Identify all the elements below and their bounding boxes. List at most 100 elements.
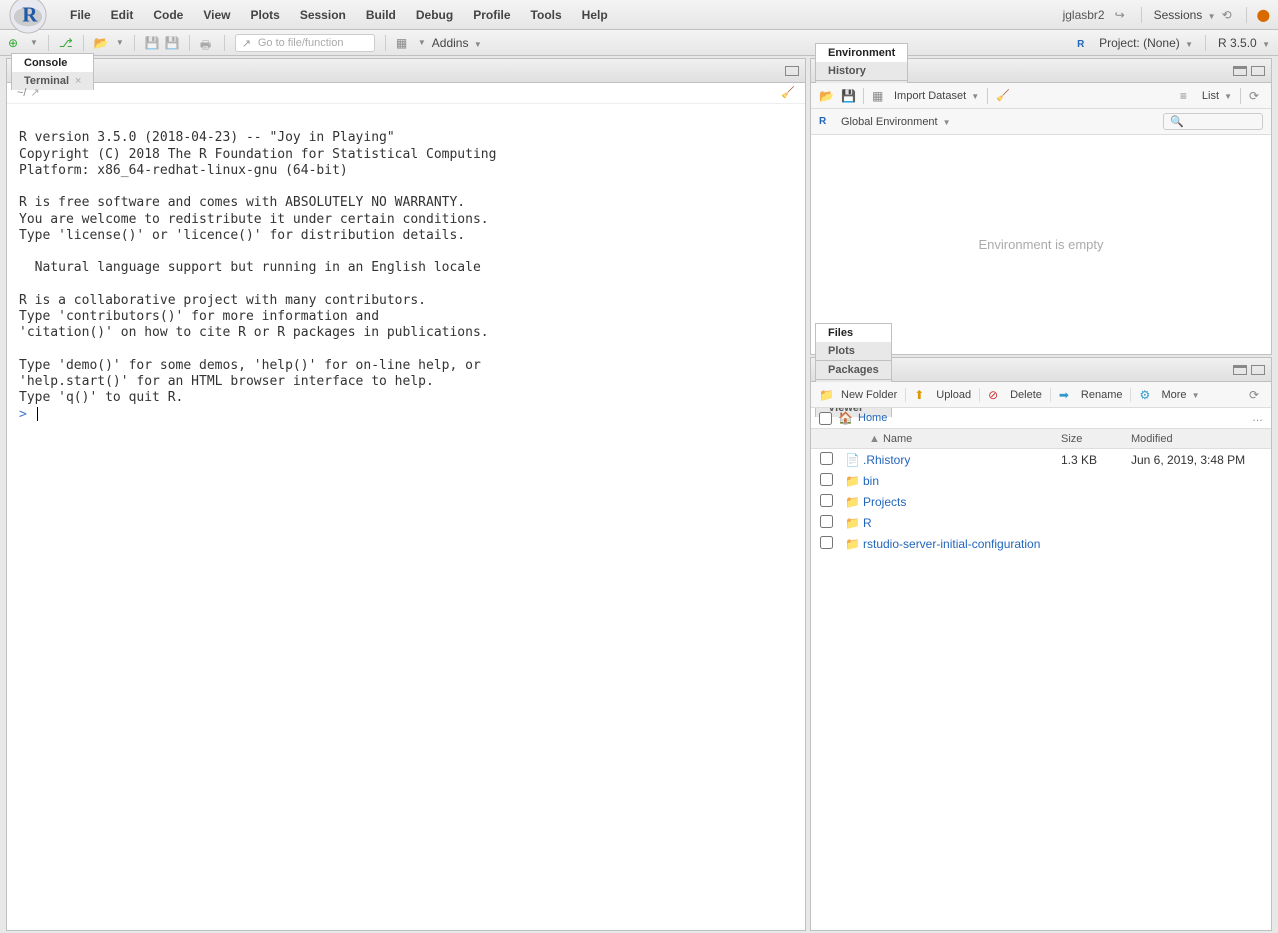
home-icon[interactable] <box>838 411 852 425</box>
tab-history[interactable]: History <box>815 61 908 80</box>
refresh-env-icon[interactable] <box>1249 89 1263 103</box>
main-toolbar: ▼ ▼ Go to file/function ▼ Addins ▼ Proje… <box>0 30 1278 56</box>
r-version-menu[interactable]: R 3.5.0 ▼ <box>1218 36 1270 50</box>
maximize-icon[interactable] <box>1251 66 1265 76</box>
environment-search-input[interactable]: 🔍 <box>1163 113 1263 130</box>
rename-button[interactable]: Rename <box>1081 389 1123 401</box>
minimize-icon[interactable] <box>1233 365 1247 375</box>
menu-file[interactable]: File <box>60 4 101 26</box>
r-env-icon <box>819 115 833 129</box>
file-row[interactable]: .Rhistory1.3 KBJun 6, 2019, 3:48 PM <box>811 449 1271 470</box>
menu-code[interactable]: Code <box>143 4 193 26</box>
file-name[interactable]: Projects <box>863 495 1061 509</box>
newfolder-icon <box>819 388 833 402</box>
import-dataset-icon[interactable] <box>872 89 886 103</box>
breadcrumb-home[interactable]: Home <box>858 412 887 424</box>
open-icon[interactable] <box>94 36 108 50</box>
select-all-checkbox[interactable] <box>819 412 832 425</box>
files-breadcrumb: Home … <box>811 408 1271 429</box>
menu-build[interactable]: Build <box>356 4 406 26</box>
col-header-modified[interactable]: Modified <box>1131 433 1271 445</box>
console-path-bar: ~/ ↗ <box>7 83 805 104</box>
minimize-icon[interactable] <box>1233 66 1247 76</box>
refresh-icon[interactable]: ⟲ <box>1222 8 1236 22</box>
console-body[interactable]: R version 3.5.0 (2018-04-23) -- "Joy in … <box>7 104 805 930</box>
folder-icon <box>845 474 859 488</box>
file-name[interactable]: bin <box>863 474 1061 488</box>
project-menu[interactable]: Project: (None) ▼ <box>1099 36 1193 50</box>
menu-edit[interactable]: Edit <box>101 4 144 26</box>
console-pane: ConsoleTerminal× ~/ ↗ R version 3.5.0 (2… <box>6 58 806 931</box>
tab-files[interactable]: Files <box>815 323 892 342</box>
menu-debug[interactable]: Debug <box>406 4 463 26</box>
file-name[interactable]: .Rhistory <box>863 453 1061 467</box>
file-name[interactable]: R <box>863 516 1061 530</box>
saveall-icon[interactable] <box>165 36 179 50</box>
menu-plots[interactable]: Plots <box>240 4 289 26</box>
tab-console[interactable]: Console <box>11 53 94 72</box>
goto-file-function-input[interactable]: Go to file/function <box>235 34 375 52</box>
more-button[interactable]: More ▼ <box>1161 389 1199 401</box>
import-dataset-button[interactable]: Import Dataset ▼ <box>894 90 979 102</box>
refresh-files-icon[interactable] <box>1249 388 1263 402</box>
menu-view[interactable]: View <box>193 4 240 26</box>
project-icon <box>1077 36 1091 50</box>
environment-toolbar: Import Dataset ▼ List ▼ <box>811 83 1271 109</box>
file-row[interactable]: R <box>811 512 1271 533</box>
folder-icon <box>845 495 859 509</box>
files-body: .Rhistory1.3 KBJun 6, 2019, 3:48 PM bin Pr… <box>811 449 1271 930</box>
console-path: ~/ <box>17 87 26 99</box>
file-row[interactable]: Projects <box>811 491 1271 512</box>
menu-help[interactable]: Help <box>572 4 618 26</box>
tab-plots[interactable]: Plots <box>815 341 892 360</box>
upload-button[interactable]: Upload <box>936 389 971 401</box>
menu-tools[interactable]: Tools <box>521 4 572 26</box>
rename-icon <box>1059 388 1073 402</box>
files-toolbar: New Folder Upload Delete Rename More ▼ <box>811 382 1271 408</box>
newfolder-button[interactable]: New Folder <box>841 389 897 401</box>
save-workspace-icon[interactable] <box>841 89 855 103</box>
menu-session[interactable]: Session <box>290 4 356 26</box>
environment-empty-text: Environment is empty <box>979 237 1104 252</box>
clear-console-icon[interactable] <box>781 86 795 100</box>
breadcrumb-more-icon[interactable]: … <box>1252 412 1263 424</box>
row-checkbox[interactable] <box>820 536 833 549</box>
row-checkbox[interactable] <box>820 515 833 528</box>
load-workspace-icon[interactable] <box>819 89 833 103</box>
maximize-icon[interactable] <box>1251 365 1265 375</box>
upload-icon <box>914 388 928 402</box>
addins-button[interactable]: Addins ▼ <box>432 36 482 50</box>
more-icon <box>1139 388 1153 402</box>
row-checkbox[interactable] <box>820 452 833 465</box>
col-header-name[interactable]: ▲ Name <box>841 433 1061 445</box>
environment-scope-button[interactable]: Global Environment ▼ <box>841 116 951 128</box>
view-mode-button[interactable]: List ▼ <box>1202 90 1232 102</box>
col-header-size[interactable]: Size <box>1061 433 1131 445</box>
file-name[interactable]: rstudio-server-initial-configuration <box>863 537 1061 551</box>
files-pane: FilesPlotsPackagesHelpViewer New Folder … <box>810 357 1272 931</box>
popout-icon[interactable] <box>785 66 799 76</box>
sessions-button[interactable]: Sessions ▼ <box>1154 8 1216 22</box>
row-checkbox[interactable] <box>820 473 833 486</box>
file-icon <box>845 453 859 467</box>
tab-environment[interactable]: Environment <box>815 43 908 62</box>
file-size: 1.3 KB <box>1061 453 1131 467</box>
file-row[interactable]: rstudio-server-initial-configuration <box>811 533 1271 554</box>
signout-icon[interactable] <box>1115 8 1129 22</box>
save-icon[interactable] <box>145 36 159 50</box>
print-icon[interactable] <box>200 36 214 50</box>
file-row[interactable]: bin <box>811 470 1271 491</box>
delete-button[interactable]: Delete <box>1010 389 1042 401</box>
tab-packages[interactable]: Packages <box>815 360 892 379</box>
folder-icon <box>845 537 859 551</box>
stop-icon[interactable]: ⬤ <box>1257 8 1270 22</box>
menu-profile[interactable]: Profile <box>463 4 520 26</box>
newproject-icon[interactable] <box>59 36 73 50</box>
keyboard-icon[interactable] <box>396 36 410 50</box>
console-path-arrow-icon[interactable]: ↗ <box>30 86 44 100</box>
newfile-icon[interactable] <box>8 36 22 50</box>
folder-icon <box>845 516 859 530</box>
clear-workspace-icon[interactable] <box>996 89 1010 103</box>
environment-scope-bar: Global Environment ▼ 🔍 <box>811 109 1271 135</box>
row-checkbox[interactable] <box>820 494 833 507</box>
